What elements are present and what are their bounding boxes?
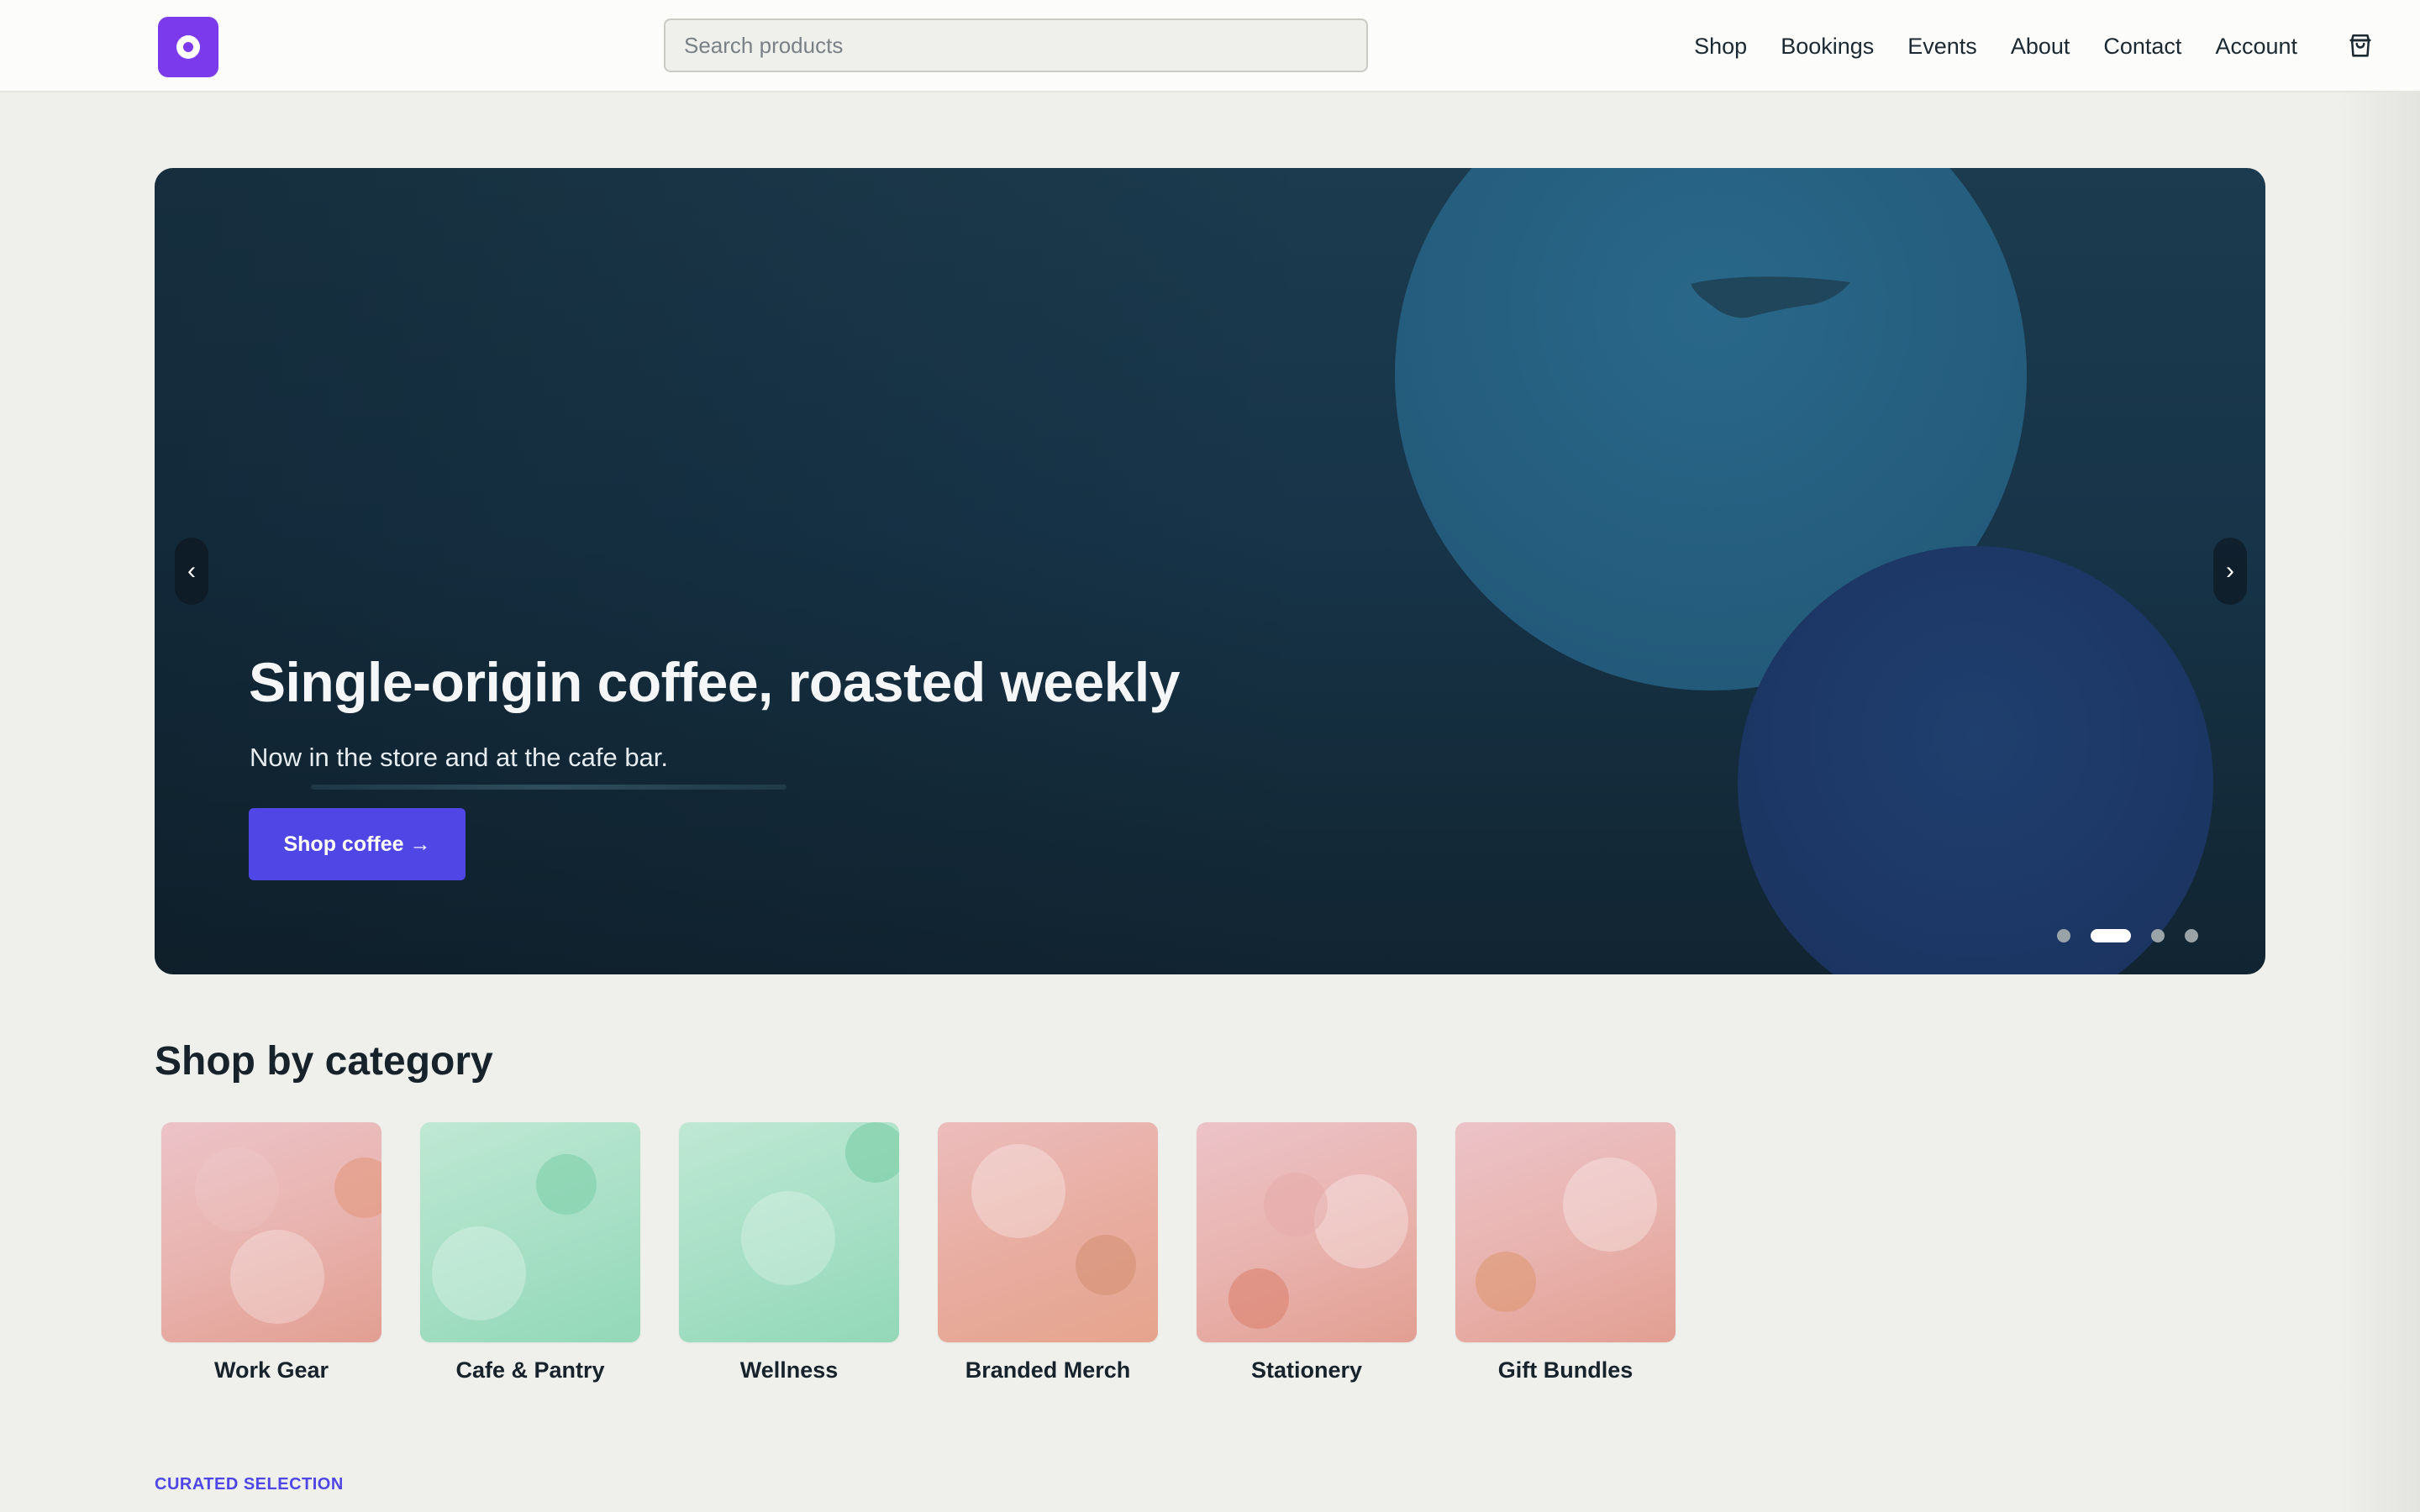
hero-decor-line xyxy=(311,785,786,790)
category-gift-bundles[interactable]: Gift Bundles xyxy=(1455,1122,1676,1383)
category-image xyxy=(161,1122,381,1342)
categories-heading: Shop by category xyxy=(155,1039,493,1084)
category-label: Cafe & Pantry xyxy=(455,1357,605,1383)
category-label: Work Gear xyxy=(213,1357,329,1383)
category-image xyxy=(420,1122,640,1342)
nav-events[interactable]: Events xyxy=(1907,30,1977,62)
category-branded-merch[interactable]: Branded Merch xyxy=(938,1122,1158,1383)
carousel-prev-button[interactable]: ‹ xyxy=(175,538,208,605)
category-label: Stationery xyxy=(1250,1357,1363,1383)
hero-carousel: ‹ › Single-origin coffee, roasted weekly… xyxy=(155,168,2265,974)
hero-subtitle: Now in the store and at the cafe bar. xyxy=(250,743,669,772)
nav-shop[interactable]: Shop xyxy=(1694,30,1747,62)
category-wellness[interactable]: Wellness xyxy=(679,1122,899,1383)
category-image xyxy=(1455,1122,1676,1342)
nav-about[interactable]: About xyxy=(2011,30,2070,62)
hero-veil xyxy=(155,168,2265,974)
circle-logo-icon[interactable] xyxy=(158,17,218,77)
search-input[interactable] xyxy=(664,18,1368,72)
site-header: Shop Bookings Events About Contact Accou… xyxy=(0,0,2420,92)
shopping-bag-icon[interactable] xyxy=(2346,32,2375,60)
category-label: Wellness xyxy=(739,1357,839,1383)
main-nav: Shop Bookings Events About Contact Accou… xyxy=(1694,30,2297,62)
category-list: Work Gear Cafe & Pantry Wellness Branded… xyxy=(161,1122,1676,1383)
carousel-dots xyxy=(2057,929,2198,942)
carousel-next-button[interactable]: › xyxy=(2213,538,2247,605)
hero-title: Single-origin coffee, roasted weekly xyxy=(249,651,1180,713)
carousel-dot[interactable] xyxy=(2057,929,2070,942)
logo-dot xyxy=(183,42,193,52)
nav-account[interactable]: Account xyxy=(2215,30,2297,62)
category-work-gear[interactable]: Work Gear xyxy=(161,1122,381,1383)
category-label: Branded Merch xyxy=(965,1357,1131,1383)
category-image xyxy=(679,1122,899,1342)
category-stationery[interactable]: Stationery xyxy=(1197,1122,1417,1383)
carousel-dot[interactable] xyxy=(2151,929,2165,942)
logo-ring xyxy=(176,35,200,59)
curated-eyebrow: CURATED SELECTION xyxy=(155,1475,344,1494)
shop-coffee-button[interactable]: Shop coffee → xyxy=(249,808,466,880)
edge-shade xyxy=(2336,92,2420,1512)
category-label: Gift Bundles xyxy=(1497,1357,1634,1383)
nav-contact[interactable]: Contact xyxy=(2103,30,2181,62)
carousel-dot[interactable] xyxy=(2185,929,2198,942)
nav-bookings[interactable]: Bookings xyxy=(1781,30,1874,62)
category-cafe-pantry[interactable]: Cafe & Pantry xyxy=(420,1122,640,1383)
carousel-dot[interactable] xyxy=(2091,929,2131,942)
category-image xyxy=(1197,1122,1417,1342)
category-image xyxy=(938,1122,1158,1342)
